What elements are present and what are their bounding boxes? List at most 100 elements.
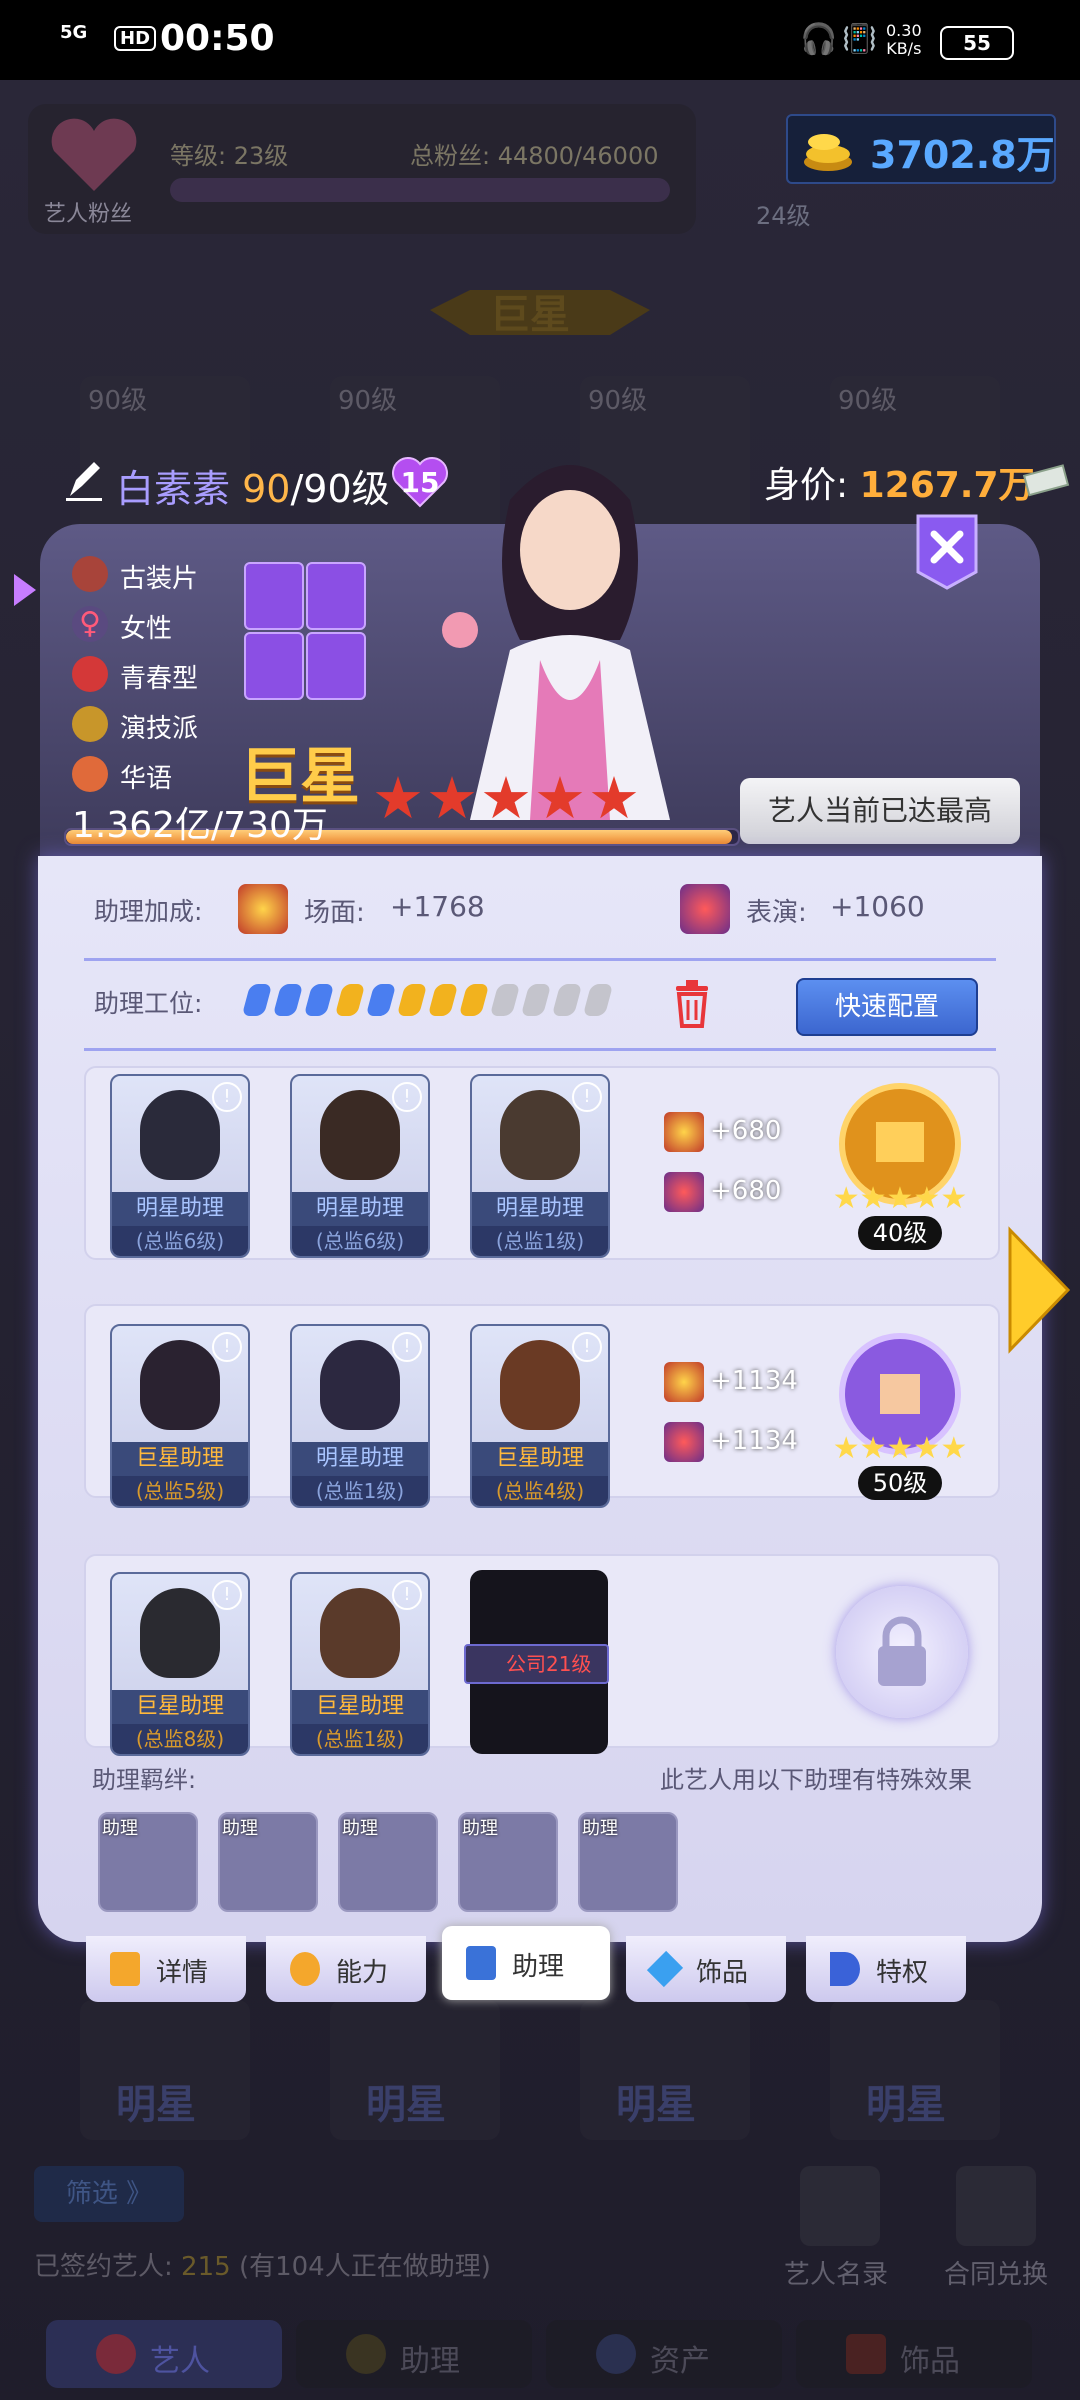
film-icon xyxy=(72,556,108,592)
assistant-portrait xyxy=(140,1588,220,1678)
document-icon xyxy=(110,1952,140,1986)
banner-title: 巨星 xyxy=(490,292,570,338)
ring-icon[interactable] xyxy=(306,632,366,700)
artist-portrait xyxy=(442,465,670,820)
bond-assistant-card[interactable]: 助理 xyxy=(338,1812,438,1912)
star-rating: ★★★★★ xyxy=(372,764,642,832)
assistant-portrait xyxy=(320,1090,400,1180)
vibrate-icon: 📳 xyxy=(842,22,877,55)
bond-assistant-card[interactable]: 助理 xyxy=(458,1812,558,1912)
assistant-card[interactable]: ! 巨星助理 (总监8级) xyxy=(110,1572,250,1756)
info-icon[interactable]: ! xyxy=(572,1332,602,1362)
company-level: 等级: 23级 xyxy=(170,142,289,170)
bg-artist-card[interactable]: 明星 xyxy=(80,2000,250,2140)
row-acting-bonus: +1134 xyxy=(710,1426,798,1456)
purple-medal-icon: ★★★★★ xyxy=(833,1333,967,1466)
assets-icon xyxy=(596,2334,636,2374)
slot-label: 助理工位: xyxy=(94,989,203,1018)
assistant-card[interactable]: ! 明星助理 (总监1级) xyxy=(470,1074,610,1258)
info-icon[interactable]: ! xyxy=(572,1082,602,1112)
bond-assistant-card[interactable]: 助理 xyxy=(98,1812,198,1912)
diamond-icon xyxy=(646,1950,684,1988)
lock-icon xyxy=(878,1616,926,1686)
nav-assets[interactable]: 资产 xyxy=(546,2320,782,2388)
hd-indicator: HD xyxy=(114,26,157,51)
filter-button[interactable]: 筛选 》 xyxy=(34,2166,184,2222)
next-arrow-icon[interactable] xyxy=(1004,1220,1074,1360)
exchange-label[interactable]: 合同兑换 xyxy=(944,2254,1048,2291)
row-scene-bonus: +680 xyxy=(710,1116,782,1146)
contract-exchange-icon[interactable] xyxy=(956,2166,1036,2246)
roster-label[interactable]: 艺人名录 xyxy=(784,2254,888,2291)
assistant-portrait xyxy=(140,1340,220,1430)
assistant-icon xyxy=(346,2334,386,2374)
info-icon[interactable]: ! xyxy=(212,1332,242,1362)
scene-label: 场面: xyxy=(304,898,365,928)
max-level-button[interactable]: 艺人当前已达最高 xyxy=(740,778,1020,844)
info-icon[interactable]: ! xyxy=(212,1082,242,1112)
nav-assistants[interactable]: 助理 xyxy=(296,2320,532,2388)
assistant-card[interactable]: ! 巨星助理 (总监1级) xyxy=(290,1572,430,1756)
nav-accessories[interactable]: 饰品 xyxy=(796,2320,1032,2388)
assistant-card[interactable]: ! 明星助理 (总监1级) xyxy=(290,1324,430,1508)
scene-icon xyxy=(238,884,288,934)
level-badge: 24级 xyxy=(756,202,811,230)
acting-mask-icon xyxy=(680,884,730,934)
info-icon[interactable]: ! xyxy=(392,1082,422,1112)
assistant-card[interactable]: ! 巨星助理 (总监4级) xyxy=(470,1324,610,1508)
cap-icon[interactable] xyxy=(244,562,304,630)
bonus-label: 助理加成: xyxy=(94,897,203,926)
rename-pen-icon[interactable] xyxy=(64,458,104,502)
tab-details[interactable]: 详情 xyxy=(86,1936,246,2002)
scroll-icon xyxy=(72,756,108,792)
assistant-card[interactable]: ! 巨星助理 (总监5级) xyxy=(110,1324,250,1508)
network-speed: 0.30 KB/s xyxy=(886,21,922,58)
trash-icon[interactable] xyxy=(672,978,712,1028)
scene-value: +1768 xyxy=(390,890,485,923)
necklace-icon[interactable] xyxy=(306,562,366,630)
tab-assistant[interactable]: 助理 xyxy=(442,1926,610,2000)
assistant-portrait xyxy=(320,1340,400,1430)
scene-icon xyxy=(664,1362,704,1402)
tab-privilege[interactable]: 特权 xyxy=(806,1936,966,2002)
tab-ability[interactable]: 能力 xyxy=(266,1936,426,2002)
artist-worth: 身价: 1267.7万 xyxy=(764,456,1035,508)
roster-book-icon[interactable] xyxy=(800,2166,880,2246)
info-icon[interactable]: ! xyxy=(212,1580,242,1610)
worth-value: 1267.7万 xyxy=(859,465,1035,506)
status-bar: 5G HD 00:50 🎧 📳 0.30 KB/s 55 xyxy=(0,0,1080,80)
nav-artists[interactable]: 艺人 xyxy=(46,2320,282,2388)
bond-label: 助理羁绊: xyxy=(92,1766,197,1794)
close-button[interactable] xyxy=(914,512,980,592)
exp-text: 1.362亿/730万 xyxy=(72,805,328,846)
trophy-icon xyxy=(72,706,108,742)
accessory-grid[interactable] xyxy=(244,562,368,702)
bond-assistant-card[interactable]: 助理 xyxy=(218,1812,318,1912)
bg-artist-card[interactable]: 明星 xyxy=(830,2000,1000,2140)
fans-label: 艺人粉丝 xyxy=(44,202,133,227)
bg-artist-card[interactable]: 明星 xyxy=(580,2000,750,2140)
svg-text:★★★★★: ★★★★★ xyxy=(833,1181,967,1216)
info-icon[interactable]: ! xyxy=(392,1332,422,1362)
tab-accessories[interactable]: 饰品 xyxy=(626,1936,786,2002)
bg-artist-card[interactable]: 明星 xyxy=(330,2000,500,2140)
quick-config-button[interactable]: 快速配置 xyxy=(796,978,978,1036)
signed-artists: 已签约艺人: 215 (有104人正在做助理) xyxy=(34,2252,491,2282)
assistant-portrait xyxy=(500,1090,580,1180)
megaphone-icon xyxy=(830,1952,860,1986)
artist-name-level: 白素素 90/90级 xyxy=(116,458,390,513)
gold-medal-icon: ★★★★★ xyxy=(833,1083,967,1216)
left-arrow-icon[interactable] xyxy=(10,570,40,610)
battery-indicator: 55 xyxy=(940,26,1014,60)
assistant-card[interactable]: ! 明星助理 (总监6级) xyxy=(290,1074,430,1258)
assistant-card[interactable]: ! 明星助理 (总监6级) xyxy=(110,1074,250,1258)
info-icon[interactable]: ! xyxy=(392,1580,422,1610)
acting-mask-icon xyxy=(664,1172,704,1212)
acting-label: 表演: xyxy=(746,898,807,928)
bond-assistant-card[interactable]: 助理 xyxy=(578,1812,678,1912)
bracelet-icon[interactable] xyxy=(244,632,304,700)
lock-button[interactable] xyxy=(836,1586,968,1718)
row-scene-bonus: +1134 xyxy=(710,1366,798,1396)
heart-icon xyxy=(51,118,137,191)
signal-indicator: 5G xyxy=(60,22,88,43)
